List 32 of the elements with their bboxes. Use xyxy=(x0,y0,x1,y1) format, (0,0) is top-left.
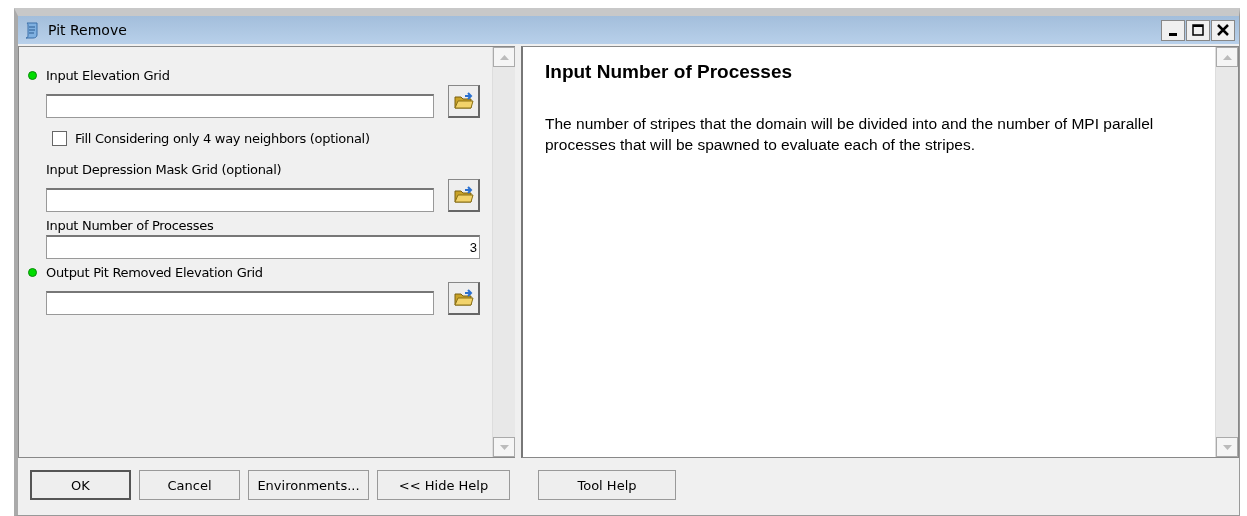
browse-button[interactable] xyxy=(448,179,480,212)
checkbox[interactable] xyxy=(52,131,67,146)
dialog-button[interactable]: Environments... xyxy=(248,470,369,500)
dialog-button[interactable]: << Hide Help xyxy=(377,470,510,500)
field-label: Input Depression Mask Grid (optional) xyxy=(46,161,282,177)
maximize-icon xyxy=(1192,24,1204,36)
minimize-button[interactable] xyxy=(1161,19,1185,41)
checkbox-label: Fill Considering only 4 way neighbors (optional) xyxy=(75,131,370,146)
help-text: The number of stripes that the domain will be divided into and the number of MPI parallel processes that will be spawned to evaluate each of the stripes. xyxy=(545,114,1155,155)
folder-icon xyxy=(453,186,474,204)
browse-button[interactable] xyxy=(448,282,480,315)
dialog-button[interactable]: OK xyxy=(30,470,131,500)
input-field[interactable] xyxy=(46,291,434,315)
maximize-button[interactable] xyxy=(1186,19,1210,41)
input-field[interactable] xyxy=(46,188,434,212)
folder-icon xyxy=(453,289,474,307)
dialog-button[interactable]: Cancel xyxy=(139,470,240,500)
dialog-button[interactable]: Tool Help xyxy=(538,470,676,500)
close-icon xyxy=(1217,24,1229,36)
browse-button[interactable] xyxy=(448,85,480,118)
folder-icon xyxy=(453,92,474,110)
input-field[interactable] xyxy=(46,94,434,118)
minimize-icon xyxy=(1169,33,1177,36)
scroll-bar[interactable] xyxy=(492,47,515,457)
field-label: Input Elevation Grid xyxy=(46,67,170,83)
window-title: Pit Remove xyxy=(48,22,127,38)
field-label: Output Pit Removed Elevation Grid xyxy=(46,264,263,280)
close-button[interactable] xyxy=(1211,19,1235,41)
input-field[interactable]: 3 xyxy=(46,235,480,259)
help-title: Input Number of Processes xyxy=(545,61,794,83)
scroll-bar[interactable] xyxy=(1215,47,1238,457)
field-label: Input Number of Processes xyxy=(46,217,214,233)
